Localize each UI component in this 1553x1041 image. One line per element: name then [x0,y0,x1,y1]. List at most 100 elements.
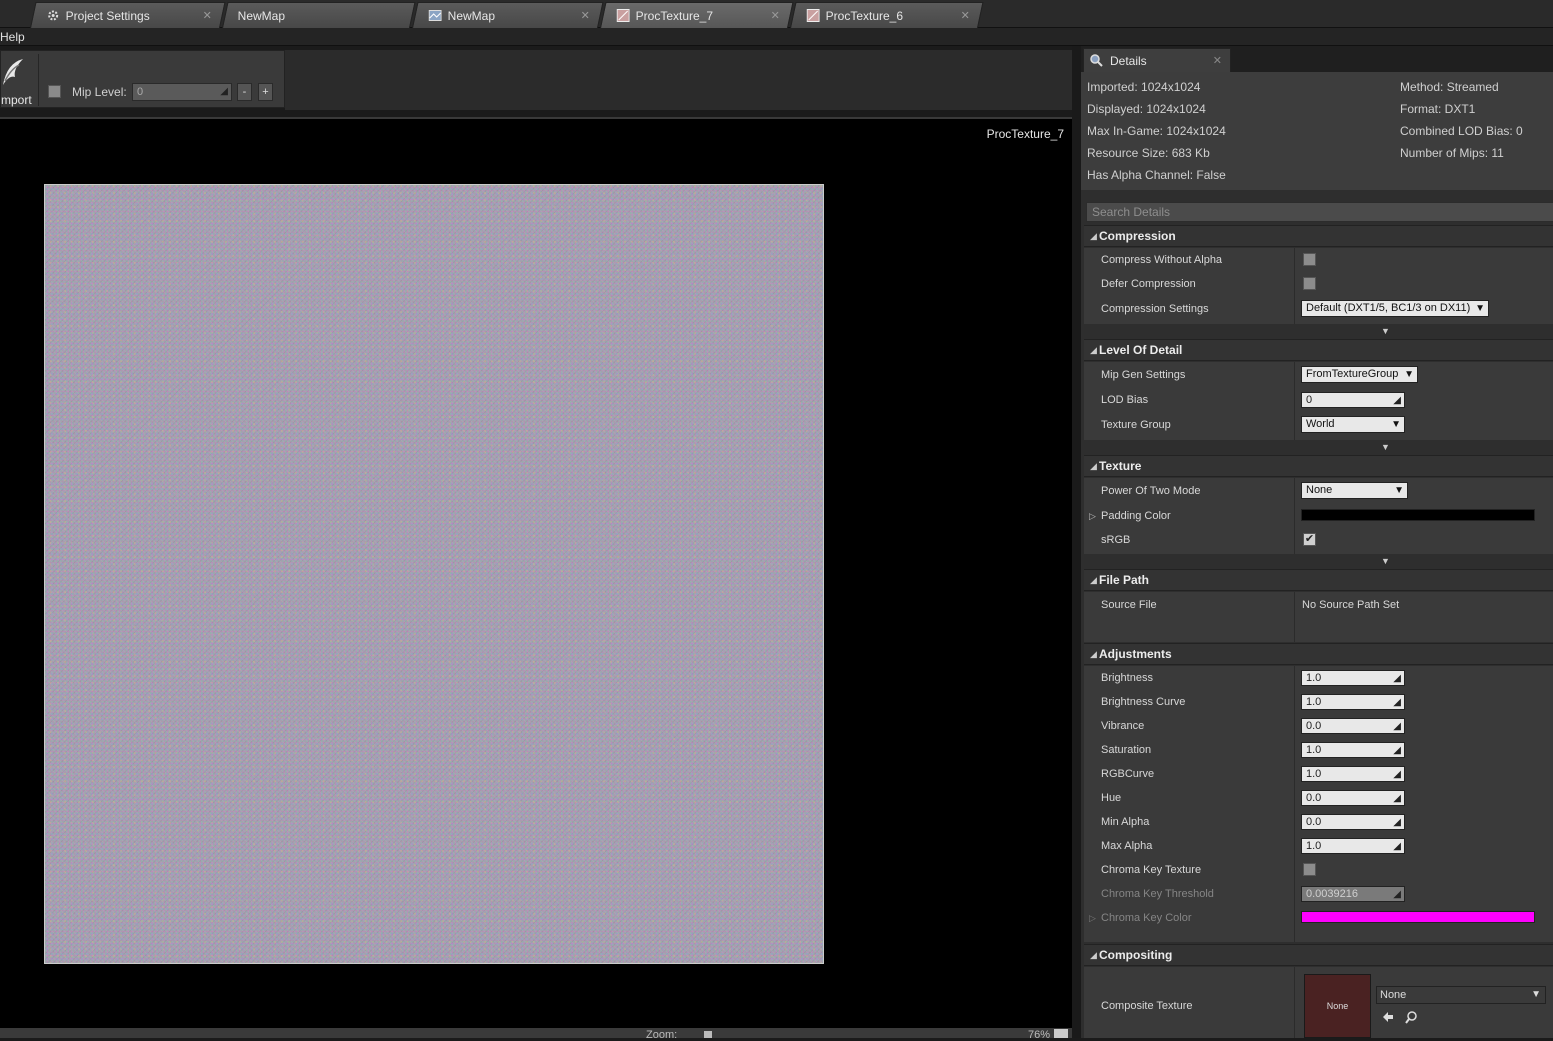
compression-settings-dropdown[interactable]: Default (DXT1/5, BC1/3 on DX11) ▼ [1301,300,1489,317]
min-alpha-field[interactable]: 0.0 ◢ [1301,814,1405,830]
mip-decrement-button[interactable]: - [237,83,252,101]
resize-handle-icon: ◢ [1393,673,1401,684]
category-compositing[interactable]: ◢ Compositing [1084,944,1553,966]
composite-texture-thumbnail[interactable]: None [1304,974,1371,1038]
tab-proctexture-6[interactable]: ProcTexture_6 ✕ [790,2,984,28]
prop-source-file: Source File [1101,599,1157,611]
magnifier-icon [1090,54,1103,67]
brightness-curve-field[interactable]: 1.0 ◢ [1301,694,1405,710]
info-resource-size: Resource Size: 683 Kb [1087,146,1210,160]
brightness-field[interactable]: 1.0 ◢ [1301,670,1405,686]
close-icon[interactable]: ✕ [960,9,969,22]
tab-label: ProcTexture_7 [635,8,714,23]
info-method: Method: Streamed [1400,80,1499,94]
zoom-slider[interactable] [704,1031,712,1038]
power-of-two-dropdown[interactable]: None ▼ [1301,482,1408,499]
info-displayed: Displayed: 1024x1024 [1087,102,1206,116]
prop-power-of-two-mode: Power Of Two Mode [1101,485,1201,497]
close-icon[interactable]: ✕ [1213,54,1222,67]
panel-splitter[interactable] [1072,46,1081,1038]
lod-bias-field[interactable]: 0 ◢ [1301,392,1405,408]
resize-handle-icon: ◢ [1393,817,1401,828]
chevron-down-icon: ▼ [1531,989,1541,1000]
category-compression[interactable]: ◢ Compression [1084,225,1553,247]
max-alpha-field[interactable]: 1.0 ◢ [1301,838,1405,854]
info-max-ingame: Max In-Game: 1024x1024 [1087,124,1226,138]
category-adjustments[interactable]: ◢ Adjustments [1084,643,1553,665]
details-tab[interactable]: Details ✕ [1083,48,1231,72]
texture-viewport[interactable]: ProcTexture_7 [0,117,1072,1028]
resize-handle-icon: ◢ [1393,721,1401,732]
resize-handle-icon: ◢ [1393,697,1401,708]
collapse-triangle-icon: ◢ [1090,231,1097,241]
saturation-field[interactable]: 1.0 ◢ [1301,742,1405,758]
texture-group-dropdown[interactable]: World ▼ [1301,416,1405,433]
resize-handle-icon: ◢ [1393,745,1401,756]
close-icon[interactable]: ✕ [580,9,589,22]
rgbcurve-field[interactable]: 1.0 ◢ [1301,766,1405,782]
import-button[interactable]: mport [1,53,37,107]
info-has-alpha: Has Alpha Channel: False [1087,168,1226,182]
field-value: 0.0 [1306,816,1322,828]
advanced-expand-icon[interactable]: ▼ [1381,556,1390,566]
details-tab-label: Details [1110,54,1147,68]
compress-without-alpha-checkbox[interactable] [1303,253,1316,266]
tab-project-settings[interactable]: Project Settings ✕ [30,2,226,28]
prop-mip-gen-settings: Mip Gen Settings [1101,369,1186,381]
viewport-texture-name: ProcTexture_7 [986,127,1064,141]
padding-color-swatch[interactable] [1301,509,1535,521]
prop-min-alpha: Min Alpha [1101,816,1150,828]
vibrance-field[interactable]: 0.0 ◢ [1301,718,1405,734]
tab-label: ProcTexture_6 [825,8,904,23]
prop-saturation: Saturation [1101,744,1152,756]
collapse-triangle-icon: ◢ [1090,575,1097,585]
mip-level-field[interactable]: 0 ◢ [132,83,232,101]
mip-level-value: 0 [137,86,144,98]
category-file-path[interactable]: ◢ File Path [1084,569,1553,591]
info-imported: Imported: 1024x1024 [1087,80,1201,94]
field-value: 0.0 [1306,720,1322,732]
chroma-key-threshold-field: 0.0039216 ◢ [1301,886,1405,902]
menu-help[interactable]: Help [0,30,25,44]
zoom-value: 76% [1028,1029,1051,1041]
details-tab-strip: Details ✕ [1081,46,1553,72]
chroma-key-texture-checkbox[interactable] [1303,863,1316,876]
category-title: Compression [1099,229,1176,243]
prop-padding-color: Padding Color [1101,510,1171,522]
mip-level-label: Mip Level: [72,85,127,99]
resize-handle-icon: ◢ [220,86,228,97]
srgb-checkbox[interactable]: ✔ [1303,533,1316,546]
mip-increment-button[interactable]: + [258,83,273,101]
composite-texture-asset-picker[interactable]: None ▼ [1376,986,1546,1004]
browse-search-icon[interactable] [1405,1010,1419,1024]
close-icon[interactable]: ✕ [202,9,211,22]
category-level-of-detail[interactable]: ◢ Level Of Detail [1084,339,1553,361]
resize-handle-icon: ◢ [1393,889,1401,900]
mip-level-checkbox[interactable] [48,85,61,98]
zoom-dropdown[interactable] [1054,1029,1068,1038]
dropdown-value: Default (DXT1/5, BC1/3 on DX11) [1306,302,1471,314]
category-texture[interactable]: ◢ Texture [1084,455,1553,477]
search-details-input[interactable]: Search Details [1086,202,1553,222]
dropdown-value: None [1380,989,1407,1001]
texture-preview-image [44,184,824,964]
expand-triangle-icon[interactable]: ▷ [1089,913,1096,924]
tab-proctexture-7[interactable]: ProcTexture_7 ✕ [600,2,794,28]
mip-gen-settings-dropdown[interactable]: FromTextureGroup ▼ [1301,366,1418,383]
collapse-triangle-icon: ◢ [1090,345,1097,355]
use-selected-arrow-icon[interactable] [1381,1010,1395,1024]
field-value: 1.0 [1306,840,1322,852]
tab-newmap-2[interactable]: NewMap ✕ [412,2,604,28]
prop-chroma-key-color: Chroma Key Color [1101,912,1192,924]
close-icon[interactable]: ✕ [770,9,779,22]
defer-compression-checkbox[interactable] [1303,277,1316,290]
resize-handle-icon: ◢ [1393,395,1401,406]
chevron-down-icon: ▼ [1394,485,1404,496]
column-divider [1294,666,1295,942]
tab-newmap-1[interactable]: NewMap [222,2,416,28]
advanced-expand-icon[interactable]: ▼ [1381,442,1390,452]
expand-triangle-icon[interactable]: ▷ [1089,511,1096,522]
advanced-expand-icon[interactable]: ▼ [1381,326,1390,336]
column-divider [1294,362,1295,440]
hue-field[interactable]: 0.0 ◢ [1301,790,1405,806]
